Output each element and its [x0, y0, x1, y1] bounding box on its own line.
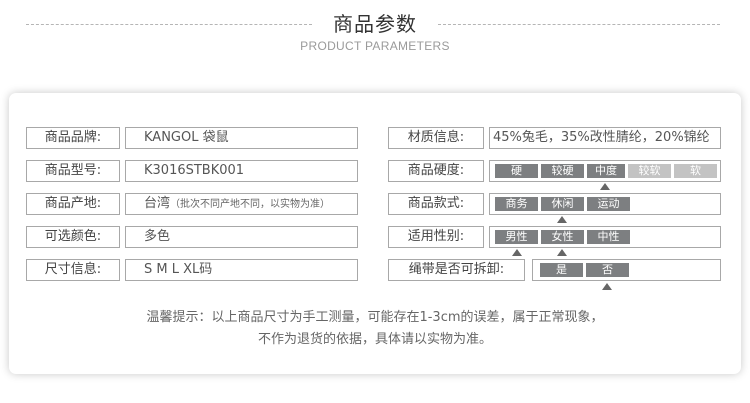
hardness-option-firm: 较硬 [541, 164, 584, 178]
section-subtitle: PRODUCT PARAMETERS [300, 39, 450, 53]
size-value: S M L XL码 [125, 259, 358, 281]
section-title: 商品参数 [333, 12, 417, 36]
hardness-option-soft: 较软 [628, 164, 671, 178]
gender-option-unisex: 中性 [587, 230, 630, 244]
tip-line-2: 不作为退货的依据，具体请以实物为准。 [257, 332, 492, 347]
model-label: 商品型号: [26, 160, 120, 182]
style-option-business: 商务 [495, 197, 538, 211]
origin-value-note: （批次不同产地不同，以实物为准） [170, 199, 331, 210]
strap-label: 绳带是否可拆卸: [388, 259, 525, 281]
hardness-option-medium: 中度 [587, 164, 625, 178]
gender-marker-female-icon [557, 249, 567, 256]
color-label: 可选颜色: [26, 226, 120, 248]
origin-value-text: 台湾 [144, 196, 171, 211]
tip-line-1: 温馨提示：以上商品尺寸为手工测量，可能存在1-3cm的误差，属于正常现象， [146, 310, 604, 325]
style-option-casual: 休闲 [541, 197, 584, 211]
hardness-option-very-soft: 软 [674, 164, 717, 178]
gender-option-female: 女性 [541, 230, 584, 244]
origin-value: 台湾（批次不同产地不同，以实物为准） [125, 193, 358, 215]
hardness-option-hard: 硬 [495, 164, 538, 178]
strap-selected-marker-icon [602, 283, 612, 290]
style-selected-marker-icon [557, 216, 567, 223]
strap-option-yes: 是 [540, 263, 583, 277]
color-value: 多色 [125, 226, 358, 248]
brand-label: 商品品牌: [26, 127, 120, 149]
hardness-label: 商品硬度: [388, 160, 484, 182]
style-label: 商品款式: [388, 193, 484, 215]
material-value: 45%兔毛，35%改性腈纶，20%锦纶 [489, 127, 721, 149]
gender-label: 适用性别: [388, 226, 484, 248]
gender-option-male: 男性 [495, 230, 538, 244]
brand-value: KANGOL 袋鼠 [125, 127, 358, 149]
gender-marker-male-icon [512, 249, 522, 256]
hardness-selected-marker-icon [600, 183, 610, 190]
strap-option-no: 否 [586, 263, 629, 277]
origin-label: 商品产地: [26, 193, 120, 215]
size-label: 尺寸信息: [26, 259, 120, 281]
material-label: 材质信息: [388, 127, 484, 149]
model-value: K3016STBK001 [125, 160, 358, 182]
style-option-sport: 运动 [587, 197, 630, 211]
